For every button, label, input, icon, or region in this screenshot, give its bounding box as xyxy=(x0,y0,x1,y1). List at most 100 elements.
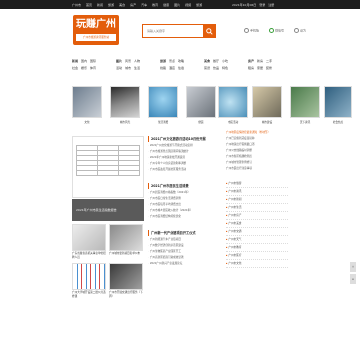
nav-heading[interactable]: 图片 xyxy=(116,58,122,65)
nav-item[interactable]: 租房 xyxy=(248,65,254,72)
site-logo[interactable]: 玩赚广州 广州市旅游资讯服务站 xyxy=(73,15,119,45)
back-to-top-button[interactable]: ↑ xyxy=(350,262,356,272)
top-link[interactable]: 旅游 xyxy=(196,3,202,7)
nav-item[interactable]: 小吃 xyxy=(222,58,228,65)
thumbnail[interactable] xyxy=(218,86,248,118)
news-caption[interactable]: 广州市开展交通出行服务（下周） xyxy=(109,291,143,299)
category-item[interactable]: 广州市房产 xyxy=(226,212,288,220)
top-link[interactable]: 美食 xyxy=(119,3,125,7)
nav-item[interactable]: 国内 xyxy=(81,58,87,65)
table-image[interactable] xyxy=(72,136,144,198)
category-item[interactable]: 广州市医疗 xyxy=(226,252,288,260)
nav-item[interactable]: 住宿 xyxy=(178,65,184,72)
nav-item[interactable]: 攻略 xyxy=(178,58,184,65)
thumbnail[interactable] xyxy=(252,86,282,118)
nav-heading[interactable]: 旅游 xyxy=(160,58,166,65)
thumbnail-caption: 便民 xyxy=(198,121,204,124)
news-image[interactable] xyxy=(72,224,106,251)
nav-item[interactable]: 生活 xyxy=(134,65,140,72)
news-caption[interactable]: 广州城市更新项目名单公布 xyxy=(109,252,143,256)
top-link[interactable]: 汽车 xyxy=(141,3,147,7)
nav-item[interactable]: 城市 xyxy=(125,65,131,72)
arrow-up-icon: ↑ xyxy=(351,265,355,269)
search-button[interactable] xyxy=(203,25,215,37)
top-link[interactable]: 教育 xyxy=(152,3,158,7)
home-button[interactable]: ⌂ xyxy=(350,274,356,284)
nav-item[interactable]: 饮品 xyxy=(213,65,219,72)
nav-group: 图片 风景 人物 活动 城市 生活 xyxy=(116,58,140,72)
category-item[interactable]: 广州市生活 xyxy=(226,204,288,212)
nav-item[interactable]: 线路 xyxy=(160,65,166,72)
top-link[interactable]: 旅游 xyxy=(108,3,114,7)
feature-banner[interactable]: 2021年广州市民生活指数报告 xyxy=(72,199,144,221)
settings-link[interactable]: 设为 xyxy=(294,28,306,33)
top-link[interactable]: 房产 xyxy=(130,3,136,7)
nav-item[interactable]: 装修 xyxy=(266,65,272,72)
thumbnail[interactable] xyxy=(148,86,178,118)
thumbnail[interactable] xyxy=(72,86,102,118)
news-image[interactable] xyxy=(109,263,143,290)
mobile-link[interactable]: 手机版 xyxy=(244,28,259,33)
category-item[interactable]: 广州市美食 xyxy=(226,220,288,228)
nav-item[interactable]: 特色 xyxy=(222,65,228,72)
top-link[interactable]: 视频 xyxy=(185,3,191,7)
category-item[interactable]: 广州市新闻 xyxy=(226,196,288,204)
nav-item[interactable]: 国际 xyxy=(90,58,96,65)
thumbnail[interactable] xyxy=(324,86,352,118)
nav-item[interactable]: 新房 xyxy=(257,58,263,65)
news-image[interactable] xyxy=(72,263,106,290)
top-bar: 广州市 首页 新闻 旅游 美食 房产 汽车 教育 健康 图片 视频 旅游 202… xyxy=(0,0,360,9)
home-icon: ⌂ xyxy=(352,277,354,281)
thumbnail-caption: 文化 xyxy=(84,121,90,124)
category-item[interactable]: 广州市旅游 xyxy=(226,180,288,188)
news-item[interactable]: 广州市民消费结构持续优化 xyxy=(148,214,220,220)
nav-item[interactable]: 酒店 xyxy=(169,65,175,72)
search-box xyxy=(142,24,216,38)
login-link[interactable]: 登录 xyxy=(259,3,265,7)
thumbnail[interactable] xyxy=(186,86,216,118)
nav-item[interactable]: 社会 xyxy=(72,65,78,72)
category-list: 广州市旅游 广州市资讯 广州市新闻 广州市生活 广州市房产 广州市美食 广州市交… xyxy=(226,180,288,268)
nav-item[interactable]: 人物 xyxy=(134,58,140,65)
nav-item[interactable]: 活动 xyxy=(116,65,122,72)
news-item[interactable]: 广州市民政局开展社区服务活动 xyxy=(148,167,220,173)
category-item[interactable]: 广州市文化 xyxy=(226,260,288,268)
search-input[interactable] xyxy=(143,25,203,37)
top-link[interactable]: 健康 xyxy=(163,3,169,7)
category-item[interactable]: 广州市资讯 xyxy=(226,188,288,196)
register-link[interactable]: 注册 xyxy=(268,3,274,7)
news-image[interactable] xyxy=(109,224,143,251)
nav-item[interactable]: 体育 xyxy=(90,65,96,72)
news-caption[interactable]: 广东省属省直机关事业单位招聘人员 xyxy=(72,252,106,260)
category-item[interactable]: 广州市教育 xyxy=(226,244,288,252)
category-item[interactable]: 广州市天气 xyxy=(226,236,288,244)
thumbnail-caption: 市民活动 xyxy=(227,121,239,124)
nav-heading[interactable]: 新闻 xyxy=(72,58,78,65)
left-panel: 2021年广州市民生活指数报告 广东省属省直机关事业单位招聘人员 广州城市更新项… xyxy=(72,136,144,299)
top-link[interactable]: 广州市 xyxy=(72,3,81,7)
news-caption[interactable]: 广州大学城开设第二批公共选修课 xyxy=(72,291,106,299)
top-link[interactable]: 新闻 xyxy=(97,3,103,7)
section-title[interactable]: 广州新一代产业链项目开工仪式 xyxy=(148,230,220,236)
nav-group: 新闻 国内 国际 社会 娱乐 体育 xyxy=(72,58,96,72)
nav-item[interactable]: 家居 xyxy=(257,65,263,72)
top-link[interactable]: 首页 xyxy=(86,3,92,7)
thumbnail[interactable] xyxy=(290,86,320,118)
news-item[interactable]: 2021广州新兴产业发展论坛 xyxy=(148,261,220,267)
category-item[interactable]: 广州市交通 xyxy=(226,228,288,236)
nav-item[interactable]: 风景 xyxy=(125,58,131,65)
nav-item[interactable]: 菜谱 xyxy=(204,65,210,72)
logo-text: 玩赚广州 xyxy=(76,19,116,30)
section-title[interactable]: 2021广州市居民生活消费 xyxy=(148,183,220,189)
nav-item[interactable]: 餐厅 xyxy=(213,58,219,65)
section-title[interactable]: 2021广州文化旅游月活动10月份开展 xyxy=(148,136,220,142)
thumbnail[interactable] xyxy=(110,86,140,118)
notice-item[interactable]: 广州市民出行注意事项 xyxy=(226,166,288,172)
nav-item[interactable]: 娱乐 xyxy=(81,65,87,72)
nav-heading[interactable]: 房产 xyxy=(248,58,254,65)
top-link[interactable]: 图片 xyxy=(174,3,180,7)
nav-item[interactable]: 景点 xyxy=(169,58,175,65)
wechat-link[interactable]: 微信号 xyxy=(269,28,284,33)
nav-heading[interactable]: 美食 xyxy=(204,58,210,65)
nav-item[interactable]: 二手 xyxy=(266,58,272,65)
